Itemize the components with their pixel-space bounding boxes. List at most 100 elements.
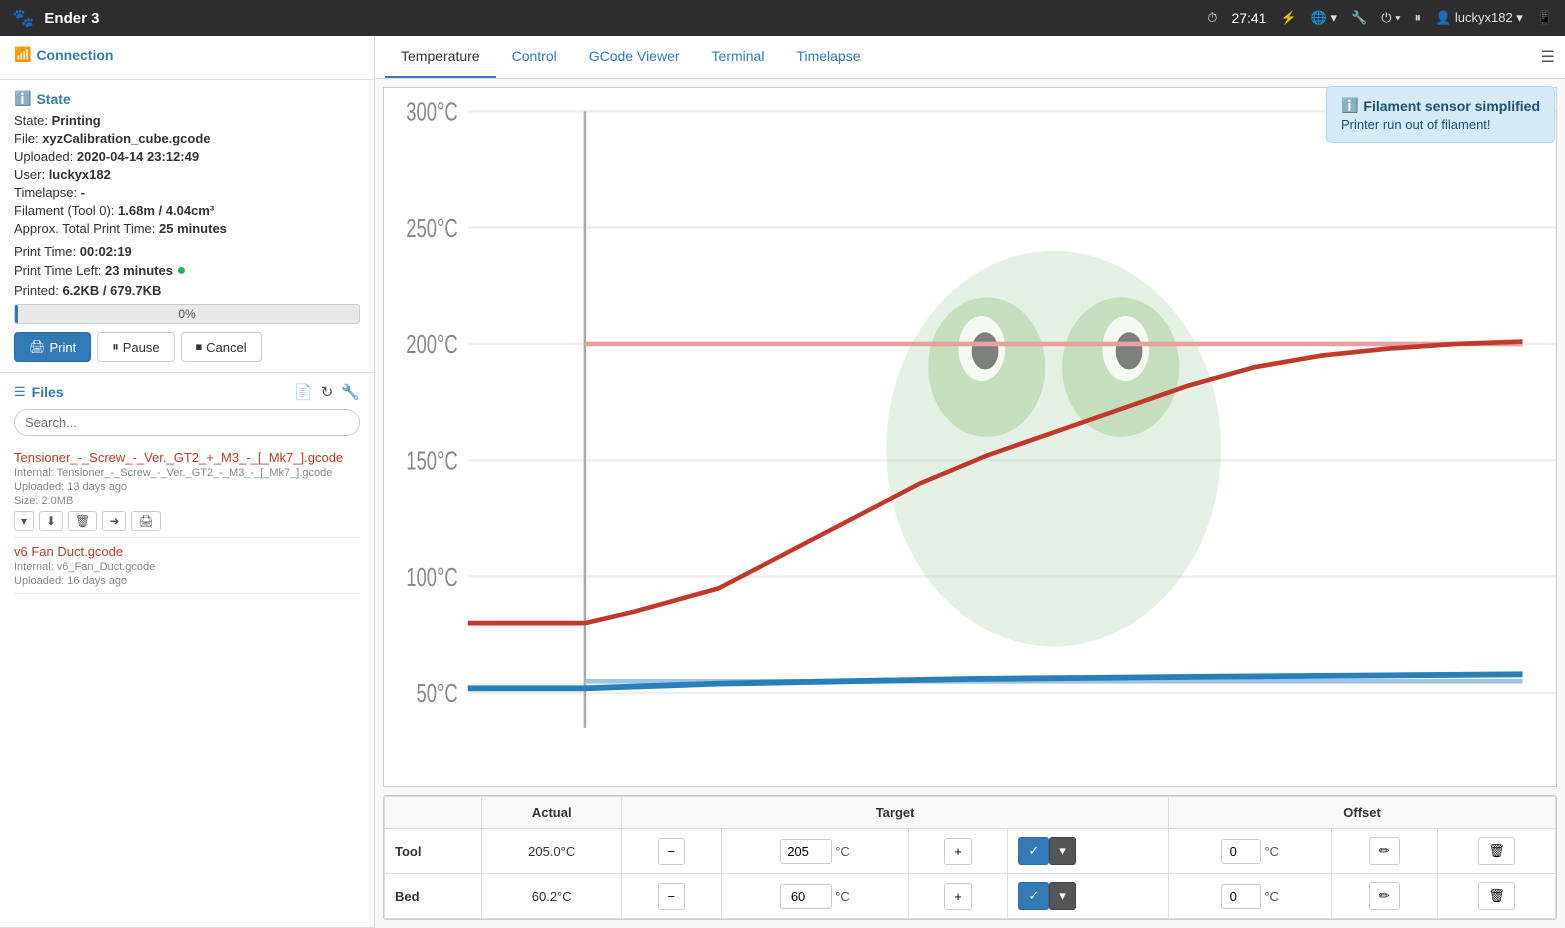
file-item-uploaded: Uploaded: 13 days ago	[14, 481, 360, 493]
right-panel: Temperature Control GCode Viewer Termina…	[375, 36, 1565, 928]
state-header: ℹ️ State	[14, 90, 360, 107]
approx-value: 25 minutes	[159, 221, 227, 236]
tab-gcode-viewer[interactable]: GCode Viewer	[573, 36, 696, 78]
file-item-name[interactable]: v6 Fan Duct.gcode	[14, 544, 360, 559]
settings-icon[interactable]: 🔧	[341, 383, 360, 401]
notification-box: ℹ️ Filament sensor simplified Printer ru…	[1326, 86, 1555, 143]
tool-offset-input[interactable]	[1221, 839, 1261, 864]
state-value: Printing	[52, 113, 101, 128]
user-icon[interactable]: 👤 luckyx182 ▾	[1435, 10, 1523, 26]
bed-offset-input-cell[interactable]: °C	[1169, 874, 1331, 919]
state-print-time-left: Print Time Left: 23 minutes ●	[14, 262, 360, 280]
tool-plus-btn[interactable]: +	[944, 838, 972, 865]
col-header-actual: Actual	[482, 797, 622, 829]
tabs-menu-icon[interactable]: ☰	[1541, 47, 1555, 67]
bed-plus-btn[interactable]: +	[944, 883, 972, 910]
tab-temperature[interactable]: Temperature	[385, 36, 496, 78]
col-header-target: Target	[622, 797, 1169, 829]
files-header: ☰ Files 📄 ↻ 🔧	[14, 383, 360, 401]
bed-target-plus[interactable]: +	[908, 874, 1008, 919]
new-file-icon[interactable]: 📄	[294, 383, 313, 401]
file-print-btn[interactable]: 🖨	[131, 511, 160, 531]
tab-timelapse[interactable]: Timelapse	[780, 36, 876, 78]
pause-icon[interactable]: ⏸	[1415, 10, 1422, 26]
file-move-btn[interactable]: ➜	[102, 511, 126, 531]
bed-offset-edit[interactable]: ✏	[1331, 874, 1437, 919]
tool-confirm-group[interactable]: ✓ ▾	[1018, 837, 1158, 865]
files-header-icons[interactable]: 📄 ↻ 🔧	[294, 383, 360, 401]
file-item-size: Size: 2.0MB	[14, 495, 360, 507]
bed-label: Bed	[385, 874, 482, 919]
tab-terminal[interactable]: Terminal	[696, 36, 781, 78]
refresh-icon[interactable]: ↻	[321, 383, 334, 401]
titlebar: 🐾 Ender 3 ⏱ 27:41 ⚡ 🌐 ▾ 🔧 ⏻ ▾ ⏸ 👤 luckyx…	[0, 0, 1565, 36]
print-icon: 🖨	[29, 339, 46, 355]
filament-value: 1.68m / 4.04cm³	[118, 203, 214, 218]
list-item: Tensioner_-_Screw_-_Ver._GT2_+_M3_-_[_Mk…	[14, 444, 360, 538]
titlebar-icons: ⏱ 27:41 ⚡ 🌐 ▾ 🔧 ⏻ ▾ ⏸ 👤 luckyx182 ▾ 📱	[1207, 10, 1553, 26]
tool-minus-btn[interactable]: −	[658, 838, 686, 865]
bed-target-input-cell[interactable]: °C	[721, 874, 908, 919]
tool-offset-delete-btn[interactable]: 🗑	[1478, 837, 1515, 865]
files-section: ☰ Files 📄 ↻ 🔧 Tensioner_-_Screw_-_Ver._G…	[0, 373, 374, 928]
tool-offset-edit-btn[interactable]: ✏	[1369, 837, 1400, 865]
tool-offset-delete[interactable]: 🗑	[1437, 829, 1555, 874]
svg-text:50°C: 50°C	[417, 679, 458, 708]
chart-area: 300°C 250°C 200°C 150°C 100°C 50°C	[383, 87, 1557, 787]
tool-offset-edit[interactable]: ✏	[1331, 829, 1437, 874]
bed-offset-delete-btn[interactable]: 🗑	[1478, 882, 1515, 910]
table-row: Tool 205.0°C − °C +	[385, 829, 1556, 874]
printed-value: 6.2KB / 679.7KB	[62, 283, 161, 298]
bed-target-input[interactable]	[780, 884, 832, 909]
bed-minus-btn[interactable]: −	[658, 883, 686, 910]
cancel-icon: ⏹	[196, 339, 203, 355]
tool-dropdown-btn[interactable]: ▾	[1049, 837, 1076, 865]
state-section: ℹ️ State State: Printing File: xyzCalibr…	[0, 80, 374, 373]
file-download-btn[interactable]: ⬇	[39, 511, 63, 531]
file-item-internal: Internal: v6_Fan_Duct.gcode	[14, 561, 360, 573]
file-delete-btn[interactable]: 🗑	[68, 511, 97, 531]
col-header-name	[385, 797, 482, 829]
bed-dropdown-btn[interactable]: ▾	[1049, 882, 1076, 910]
col-header-offset: Offset	[1169, 797, 1556, 829]
file-chevron-down-btn[interactable]: ▾	[14, 511, 34, 531]
temp-table: Actual Target Offset Tool 205.0°C −	[384, 796, 1556, 919]
connection-section: 📶 Connection	[0, 36, 374, 80]
tool-offset-input-cell[interactable]: °C	[1169, 829, 1331, 874]
bed-confirm-btn[interactable]: ✓	[1018, 882, 1049, 910]
bed-confirm-group[interactable]: ✓ ▾	[1018, 882, 1158, 910]
globe-icon[interactable]: 🌐 ▾	[1311, 10, 1337, 26]
app-logo-icon: 🐾	[12, 8, 34, 29]
tool-target-minus[interactable]: −	[622, 829, 722, 874]
search-input[interactable]	[14, 409, 360, 436]
phone-icon[interactable]: 📱	[1537, 10, 1553, 26]
file-item-actions: ▾ ⬇ 🗑 ➜ 🖨	[14, 511, 360, 531]
wrench-icon[interactable]: 🔧	[1351, 10, 1367, 26]
print-button[interactable]: 🖨 Print	[14, 332, 91, 362]
state-printed: Printed: 6.2KB / 679.7KB	[14, 283, 360, 298]
pause-button[interactable]: ⏸ Pause	[97, 332, 174, 362]
tool-target-input-cell[interactable]: °C	[721, 829, 908, 874]
tool-target-input[interactable]	[780, 839, 832, 864]
state-info: State: Printing File: xyzCalibration_cub…	[14, 113, 360, 324]
svg-text:250°C: 250°C	[406, 214, 457, 243]
tool-target-confirm[interactable]: ✓ ▾	[1008, 829, 1169, 874]
svg-text:200°C: 200°C	[406, 330, 457, 359]
connection-bar-icon: 📶	[14, 46, 31, 63]
tool-target-plus[interactable]: +	[908, 829, 1008, 874]
bed-offset-delete[interactable]: 🗑	[1437, 874, 1555, 919]
main-layout: 📶 Connection ℹ️ State State: Printing Fi…	[0, 36, 1565, 928]
bed-offset-input[interactable]	[1221, 884, 1261, 909]
file-item-name[interactable]: Tensioner_-_Screw_-_Ver._GT2_+_M3_-_[_Mk…	[14, 450, 360, 465]
tab-control[interactable]: Control	[496, 36, 573, 78]
power-icon[interactable]: ⏻ ▾	[1381, 10, 1400, 26]
time-left-dot: ●	[177, 262, 187, 279]
print-time-left-value: 23 minutes	[105, 263, 173, 278]
cancel-button[interactable]: ⏹ Cancel	[181, 332, 262, 362]
bed-target-minus[interactable]: −	[622, 874, 722, 919]
app-title: Ender 3	[44, 10, 1197, 27]
bed-offset-edit-btn[interactable]: ✏	[1369, 882, 1400, 910]
left-panel: 📶 Connection ℹ️ State State: Printing Fi…	[0, 36, 375, 928]
tool-confirm-btn[interactable]: ✓	[1018, 837, 1049, 865]
bed-target-confirm[interactable]: ✓ ▾	[1008, 874, 1169, 919]
